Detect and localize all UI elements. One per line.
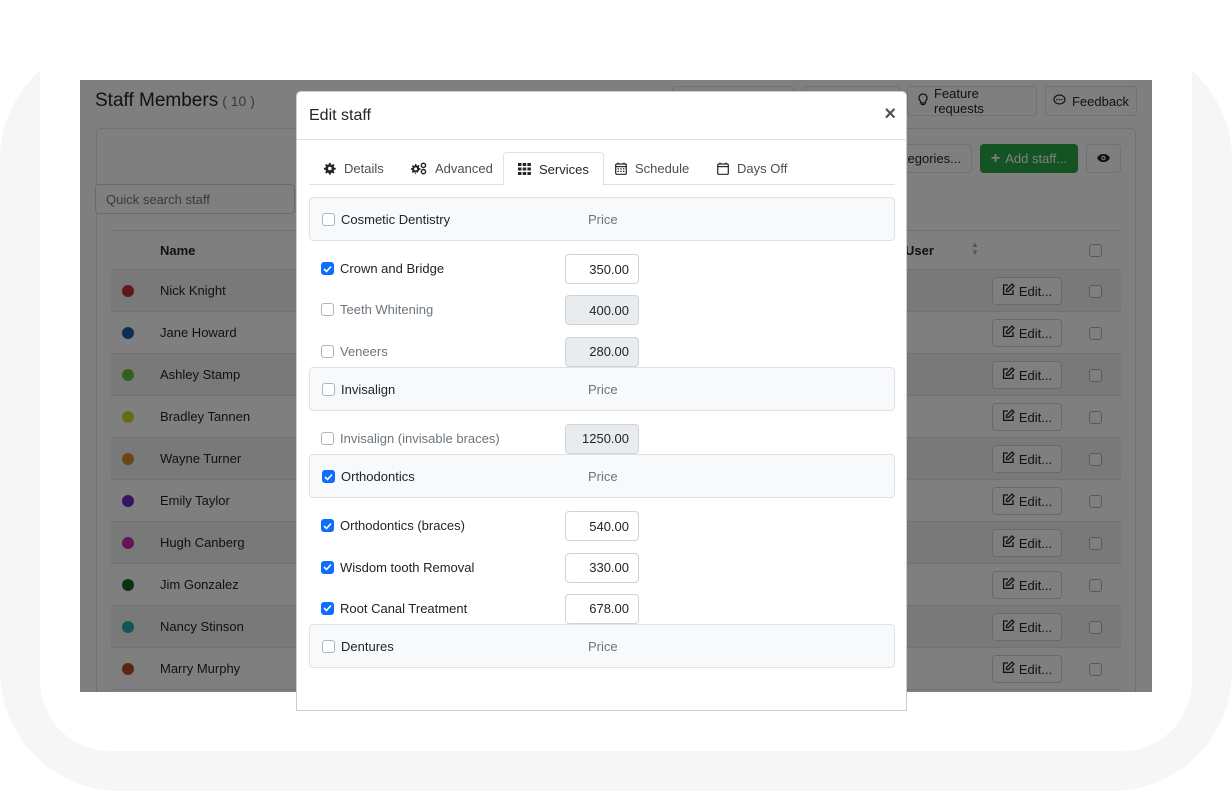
tab-advanced[interactable]: Advanced	[397, 152, 507, 185]
service-price-input[interactable]	[565, 254, 639, 284]
service-name: Crown and Bridge	[340, 261, 445, 276]
service-category: Dentures Price	[309, 624, 895, 669]
close-icon[interactable]: ×	[884, 104, 896, 124]
service-name: Teeth Whitening	[340, 302, 434, 318]
service-price-input[interactable]	[565, 511, 639, 542]
tab-days-off[interactable]: Days Off	[703, 152, 801, 185]
category-checkbox[interactable]	[322, 382, 335, 396]
price-header: Price	[588, 639, 618, 655]
grid-icon	[518, 163, 531, 175]
service-name: Wisdom tooth Removal	[340, 559, 475, 575]
service-price-input[interactable]	[565, 552, 639, 583]
category-name: Cosmetic Dentistry	[341, 212, 451, 227]
service-name: Veneers	[340, 343, 388, 359]
category-name: Invisalign	[341, 381, 396, 397]
tab-schedule-label: Schedule	[635, 161, 690, 176]
service-row: Veneers	[309, 336, 895, 367]
service-row: Orthodontics (braces)	[309, 511, 895, 542]
service-price-input[interactable]	[565, 295, 639, 326]
service-price-input[interactable]	[565, 593, 639, 624]
category-checkbox[interactable]	[322, 470, 335, 484]
service-category: Cosmetic Dentistry Price	[309, 197, 895, 241]
service-row: Crown and Bridge	[309, 254, 895, 284]
tab-schedule[interactable]: Schedule	[601, 152, 703, 185]
gears-icon	[411, 162, 427, 175]
category-name: Dentures	[341, 639, 394, 655]
edit-staff-modal: Edit staff × Details Advanced Services S…	[296, 91, 907, 711]
price-header: Price	[588, 469, 618, 485]
tab-services[interactable]: Services	[503, 152, 604, 186]
tab-details[interactable]: Details	[309, 152, 398, 185]
service-row: Wisdom tooth Removal	[309, 552, 895, 583]
service-row: Teeth Whitening	[309, 295, 895, 326]
service-checkbox[interactable]	[321, 519, 334, 533]
service-row: Root Canal Treatment	[309, 593, 895, 624]
price-header: Price	[588, 212, 618, 227]
service-checkbox[interactable]	[321, 262, 334, 275]
service-checkbox[interactable]	[321, 303, 334, 317]
service-row: Invisalign (invisable braces)	[309, 423, 895, 454]
calendar-icon	[615, 162, 627, 175]
modal-tabs: Details Advanced Services Schedule Days …	[309, 152, 895, 186]
tab-days-off-label: Days Off	[737, 161, 788, 176]
tab-details-label: Details	[344, 161, 384, 176]
category-checkbox[interactable]	[322, 213, 335, 226]
tab-advanced-label: Advanced	[435, 161, 493, 176]
service-category: Invisalign Price	[309, 366, 895, 411]
category-checkbox[interactable]	[322, 640, 335, 654]
service-price-input[interactable]	[565, 336, 639, 367]
service-price-input[interactable]	[565, 423, 639, 454]
category-name: Orthodontics	[341, 469, 415, 485]
service-checkbox[interactable]	[321, 560, 334, 574]
tab-services-label: Services	[539, 161, 589, 177]
service-checkbox[interactable]	[321, 601, 334, 615]
calendar-empty-icon	[717, 162, 729, 175]
service-name: Root Canal Treatment	[340, 600, 468, 616]
gear-icon	[323, 162, 336, 175]
service-name: Orthodontics (braces)	[340, 518, 465, 534]
service-checkbox[interactable]	[321, 431, 334, 445]
service-category: Orthodontics Price	[309, 454, 895, 499]
service-name: Invisalign (invisable braces)	[340, 430, 500, 446]
price-header: Price	[588, 381, 618, 397]
service-checkbox[interactable]	[321, 344, 334, 358]
modal-title: Edit staff	[309, 107, 371, 124]
modal-header: Edit staff ×	[297, 92, 906, 140]
